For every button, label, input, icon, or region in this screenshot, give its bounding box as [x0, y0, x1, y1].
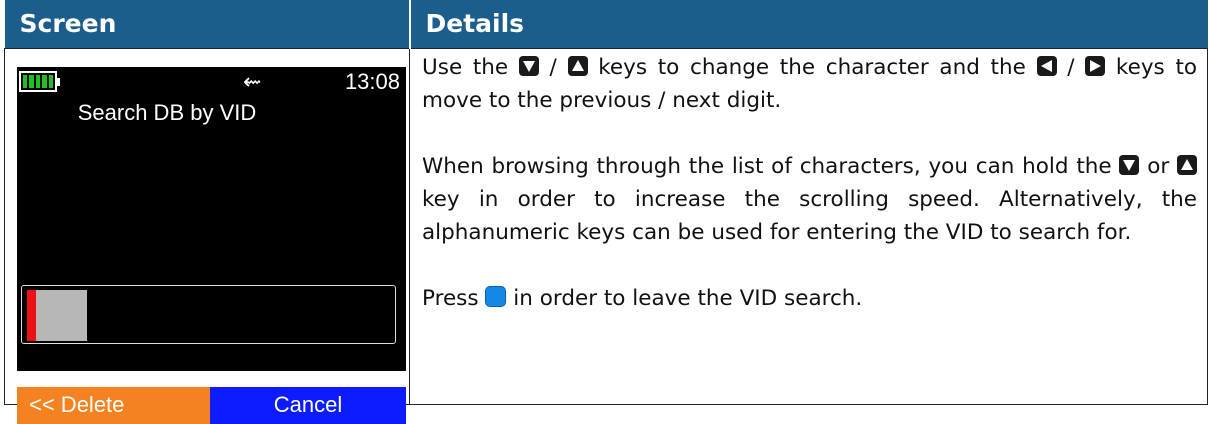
manual-table: Screen Details ⇜ 13:08 Search DB by VID …	[4, 0, 1208, 424]
battery-icon	[19, 70, 57, 92]
header-row: Screen Details	[4, 0, 1208, 48]
current-character-box	[36, 289, 87, 341]
down-key-icon	[518, 55, 539, 76]
up-key-icon	[567, 55, 588, 76]
usb-icon: ⇜	[243, 68, 262, 94]
cancel-softkey[interactable]: Cancel	[210, 386, 406, 424]
header-screen: Screen	[4, 0, 411, 48]
up-key-icon	[1177, 154, 1198, 175]
battery-tip	[57, 77, 60, 86]
ok-key-icon	[485, 285, 507, 307]
left-key-icon	[1036, 55, 1057, 76]
clock: 13:08	[344, 68, 400, 94]
down-key-icon	[1119, 154, 1140, 175]
details-paragraph-3: Press in order to leave the VID search.	[422, 285, 863, 311]
text-cursor	[27, 289, 36, 341]
vid-input-field[interactable]	[21, 284, 396, 344]
content-row: ⇜ 13:08 Search DB by VID << Delete Cance…	[4, 47, 1208, 424]
details-cell: Use the / keys to change the character a…	[409, 47, 1208, 405]
screen-title: Search DB by VID	[77, 99, 257, 125]
device-screen: ⇜ 13:08 Search DB by VID << Delete Cance…	[17, 66, 406, 424]
screen-cell: ⇜ 13:08 Search DB by VID << Delete Cance…	[4, 47, 410, 424]
delete-softkey[interactable]: << Delete	[17, 386, 210, 424]
right-key-icon	[1085, 55, 1106, 76]
header-details: Details	[409, 0, 1208, 48]
details-paragraph-1: Use the / keys to change the character a…	[422, 54, 1198, 113]
details-paragraph-2: When browsing through the list of charac…	[422, 153, 1198, 245]
